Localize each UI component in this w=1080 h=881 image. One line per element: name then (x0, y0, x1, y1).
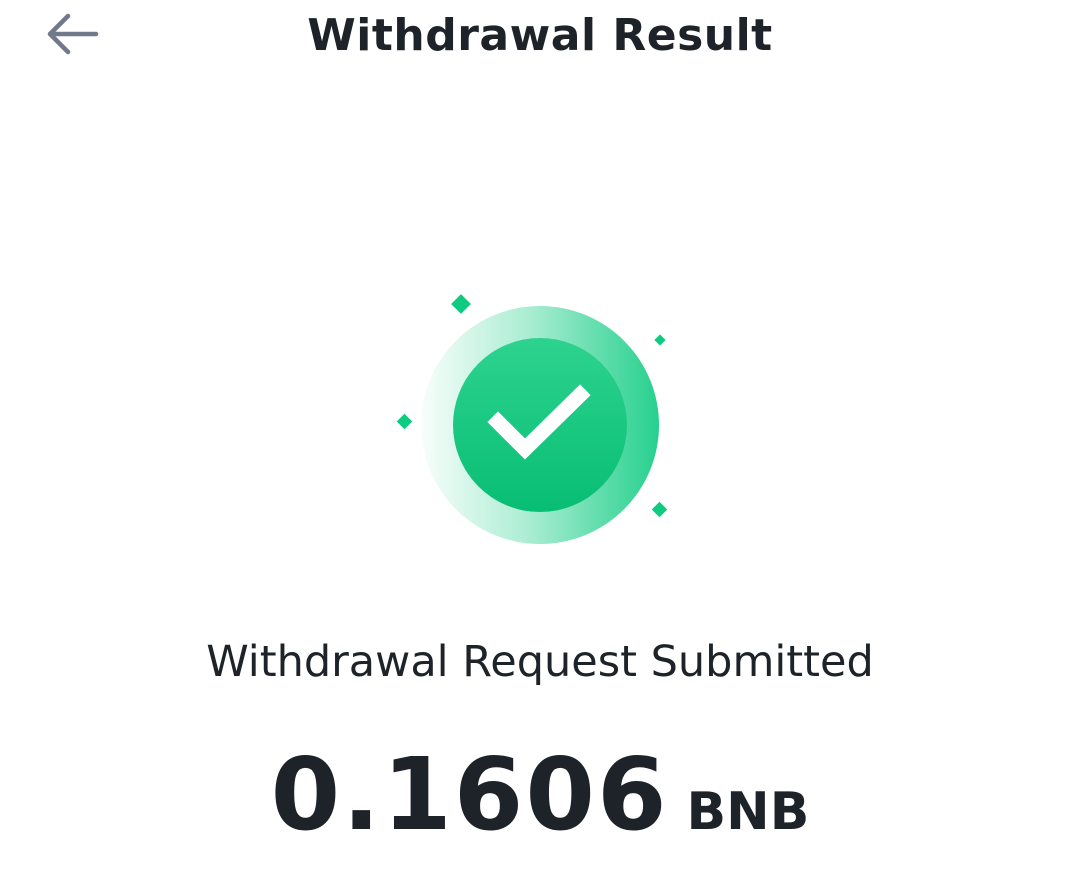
check-circle-icon (396, 294, 668, 544)
currency-label: BNB (686, 782, 810, 842)
sparkle-top-right (654, 334, 666, 346)
withdrawal-amount: 0.1606 BNB (0, 740, 1080, 850)
page-title: Withdrawal Result (307, 10, 773, 61)
sparkle-left (396, 413, 413, 430)
sparkle-top-left (451, 294, 471, 314)
status-message: Withdrawal Request Submitted (206, 637, 874, 687)
sparkle-bottom-right (651, 501, 668, 518)
amount-value: 0.1606 (270, 736, 669, 853)
withdrawal-result-screen: Withdrawal Result Withdrawal Request Sub… (0, 0, 1080, 881)
